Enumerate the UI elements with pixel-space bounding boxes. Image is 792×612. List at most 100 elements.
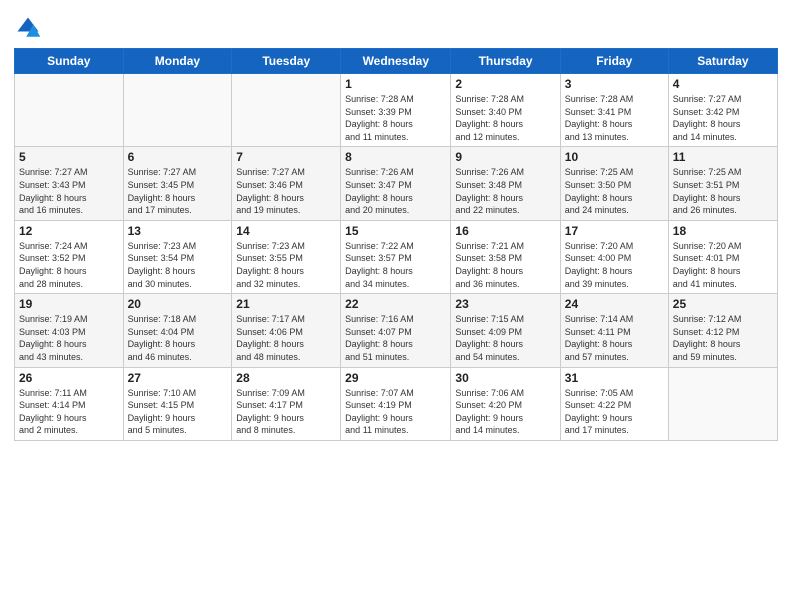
day-number: 12 — [19, 224, 119, 238]
day-number: 10 — [565, 150, 664, 164]
day-number: 22 — [345, 297, 446, 311]
day-header-sunday: Sunday — [15, 49, 124, 74]
day-number: 1 — [345, 77, 446, 91]
day-info: Sunrise: 7:14 AM Sunset: 4:11 PM Dayligh… — [565, 313, 664, 363]
day-info: Sunrise: 7:26 AM Sunset: 3:48 PM Dayligh… — [455, 166, 555, 216]
day-info: Sunrise: 7:05 AM Sunset: 4:22 PM Dayligh… — [565, 387, 664, 437]
day-info: Sunrise: 7:18 AM Sunset: 4:04 PM Dayligh… — [128, 313, 228, 363]
day-cell: 8 Sunrise: 7:26 AM Sunset: 3:47 PM Daylig… — [341, 147, 451, 220]
day-cell — [232, 74, 341, 147]
day-cell: 15 Sunrise: 7:22 AM Sunset: 3:57 PM Dayli… — [341, 220, 451, 293]
day-cell: 25 Sunrise: 7:12 AM Sunset: 4:12 PM Dayli… — [668, 294, 777, 367]
day-number: 24 — [565, 297, 664, 311]
day-cell: 10 Sunrise: 7:25 AM Sunset: 3:50 PM Dayli… — [560, 147, 668, 220]
week-row-2: 5 Sunrise: 7:27 AM Sunset: 3:43 PM Daylig… — [15, 147, 778, 220]
day-number: 23 — [455, 297, 555, 311]
day-info: Sunrise: 7:23 AM Sunset: 3:54 PM Dayligh… — [128, 240, 228, 290]
day-info: Sunrise: 7:25 AM Sunset: 3:50 PM Dayligh… — [565, 166, 664, 216]
day-info: Sunrise: 7:27 AM Sunset: 3:43 PM Dayligh… — [19, 166, 119, 216]
day-cell: 28 Sunrise: 7:09 AM Sunset: 4:17 PM Dayli… — [232, 367, 341, 440]
day-number: 14 — [236, 224, 336, 238]
day-info: Sunrise: 7:22 AM Sunset: 3:57 PM Dayligh… — [345, 240, 446, 290]
day-info: Sunrise: 7:16 AM Sunset: 4:07 PM Dayligh… — [345, 313, 446, 363]
day-headers-row: SundayMondayTuesdayWednesdayThursdayFrid… — [15, 49, 778, 74]
day-info: Sunrise: 7:19 AM Sunset: 4:03 PM Dayligh… — [19, 313, 119, 363]
day-number: 21 — [236, 297, 336, 311]
logo-icon — [14, 14, 42, 42]
day-number: 16 — [455, 224, 555, 238]
day-number: 27 — [128, 371, 228, 385]
day-number: 31 — [565, 371, 664, 385]
day-cell: 13Sunrise: 7:23 AM Sunset: 3:54 PM Dayli… — [123, 220, 232, 293]
day-number: 15 — [345, 224, 446, 238]
day-cell: 23 Sunrise: 7:15 AM Sunset: 4:09 PM Dayli… — [451, 294, 560, 367]
day-number: 6 — [128, 150, 228, 164]
week-row-1: 1Sunrise: 7:28 AM Sunset: 3:39 PM Daylig… — [15, 74, 778, 147]
day-info: Sunrise: 7:20 AM Sunset: 4:00 PM Dayligh… — [565, 240, 664, 290]
day-cell: 22 Sunrise: 7:16 AM Sunset: 4:07 PM Dayli… — [341, 294, 451, 367]
day-info: Sunrise: 7:27 AM Sunset: 3:46 PM Dayligh… — [236, 166, 336, 216]
day-cell: 26 Sunrise: 7:11 AM Sunset: 4:14 PM Dayli… — [15, 367, 124, 440]
day-info: Sunrise: 7:28 AM Sunset: 3:41 PM Dayligh… — [565, 93, 664, 143]
day-info: Sunrise: 7:27 AM Sunset: 3:45 PM Dayligh… — [128, 166, 228, 216]
day-cell: 2Sunrise: 7:28 AM Sunset: 3:40 PM Daylig… — [451, 74, 560, 147]
calendar-table: SundayMondayTuesdayWednesdayThursdayFrid… — [14, 48, 778, 441]
day-header-tuesday: Tuesday — [232, 49, 341, 74]
day-cell: 9 Sunrise: 7:26 AM Sunset: 3:48 PM Daylig… — [451, 147, 560, 220]
day-cell: 27 Sunrise: 7:10 AM Sunset: 4:15 PM Dayli… — [123, 367, 232, 440]
day-info: Sunrise: 7:25 AM Sunset: 3:51 PM Dayligh… — [673, 166, 773, 216]
day-info: Sunrise: 7:06 AM Sunset: 4:20 PM Dayligh… — [455, 387, 555, 437]
day-number: 8 — [345, 150, 446, 164]
day-info: Sunrise: 7:11 AM Sunset: 4:14 PM Dayligh… — [19, 387, 119, 437]
week-row-4: 19 Sunrise: 7:19 AM Sunset: 4:03 PM Dayli… — [15, 294, 778, 367]
day-cell: 1Sunrise: 7:28 AM Sunset: 3:39 PM Daylig… — [341, 74, 451, 147]
day-number: 5 — [19, 150, 119, 164]
day-cell: 18 Sunrise: 7:20 AM Sunset: 4:01 PM Dayli… — [668, 220, 777, 293]
day-info: Sunrise: 7:27 AM Sunset: 3:42 PM Dayligh… — [673, 93, 773, 143]
day-header-saturday: Saturday — [668, 49, 777, 74]
day-info: Sunrise: 7:12 AM Sunset: 4:12 PM Dayligh… — [673, 313, 773, 363]
day-number: 2 — [455, 77, 555, 91]
day-number: 20 — [128, 297, 228, 311]
day-info: Sunrise: 7:23 AM Sunset: 3:55 PM Dayligh… — [236, 240, 336, 290]
day-cell: 11 Sunrise: 7:25 AM Sunset: 3:51 PM Dayli… — [668, 147, 777, 220]
day-cell: 16Sunrise: 7:21 AM Sunset: 3:58 PM Dayli… — [451, 220, 560, 293]
day-cell: 17Sunrise: 7:20 AM Sunset: 4:00 PM Dayli… — [560, 220, 668, 293]
day-cell — [668, 367, 777, 440]
day-cell: 30 Sunrise: 7:06 AM Sunset: 4:20 PM Dayli… — [451, 367, 560, 440]
day-info: Sunrise: 7:20 AM Sunset: 4:01 PM Dayligh… — [673, 240, 773, 290]
day-header-wednesday: Wednesday — [341, 49, 451, 74]
day-header-friday: Friday — [560, 49, 668, 74]
header — [14, 10, 778, 42]
day-cell: 20 Sunrise: 7:18 AM Sunset: 4:04 PM Dayli… — [123, 294, 232, 367]
day-info: Sunrise: 7:09 AM Sunset: 4:17 PM Dayligh… — [236, 387, 336, 437]
day-number: 11 — [673, 150, 773, 164]
day-cell: 12 Sunrise: 7:24 AM Sunset: 3:52 PM Dayli… — [15, 220, 124, 293]
day-number: 9 — [455, 150, 555, 164]
day-header-monday: Monday — [123, 49, 232, 74]
day-cell: 4 Sunrise: 7:27 AM Sunset: 3:42 PM Daylig… — [668, 74, 777, 147]
day-cell: 21 Sunrise: 7:17 AM Sunset: 4:06 PM Dayli… — [232, 294, 341, 367]
day-info: Sunrise: 7:17 AM Sunset: 4:06 PM Dayligh… — [236, 313, 336, 363]
day-number: 19 — [19, 297, 119, 311]
day-number: 29 — [345, 371, 446, 385]
day-number: 4 — [673, 77, 773, 91]
day-cell: 29Sunrise: 7:07 AM Sunset: 4:19 PM Dayli… — [341, 367, 451, 440]
day-cell: 31 Sunrise: 7:05 AM Sunset: 4:22 PM Dayli… — [560, 367, 668, 440]
day-info: Sunrise: 7:10 AM Sunset: 4:15 PM Dayligh… — [128, 387, 228, 437]
day-cell — [123, 74, 232, 147]
day-cell: 7Sunrise: 7:27 AM Sunset: 3:46 PM Daylig… — [232, 147, 341, 220]
day-info: Sunrise: 7:15 AM Sunset: 4:09 PM Dayligh… — [455, 313, 555, 363]
day-number: 18 — [673, 224, 773, 238]
day-cell: 6 Sunrise: 7:27 AM Sunset: 3:45 PM Daylig… — [123, 147, 232, 220]
day-info: Sunrise: 7:24 AM Sunset: 3:52 PM Dayligh… — [19, 240, 119, 290]
day-number: 30 — [455, 371, 555, 385]
day-cell: 5 Sunrise: 7:27 AM Sunset: 3:43 PM Daylig… — [15, 147, 124, 220]
day-number: 28 — [236, 371, 336, 385]
day-number: 3 — [565, 77, 664, 91]
day-cell: 24 Sunrise: 7:14 AM Sunset: 4:11 PM Dayli… — [560, 294, 668, 367]
day-number: 25 — [673, 297, 773, 311]
day-number: 26 — [19, 371, 119, 385]
day-info: Sunrise: 7:26 AM Sunset: 3:47 PM Dayligh… — [345, 166, 446, 216]
logo — [14, 14, 46, 42]
